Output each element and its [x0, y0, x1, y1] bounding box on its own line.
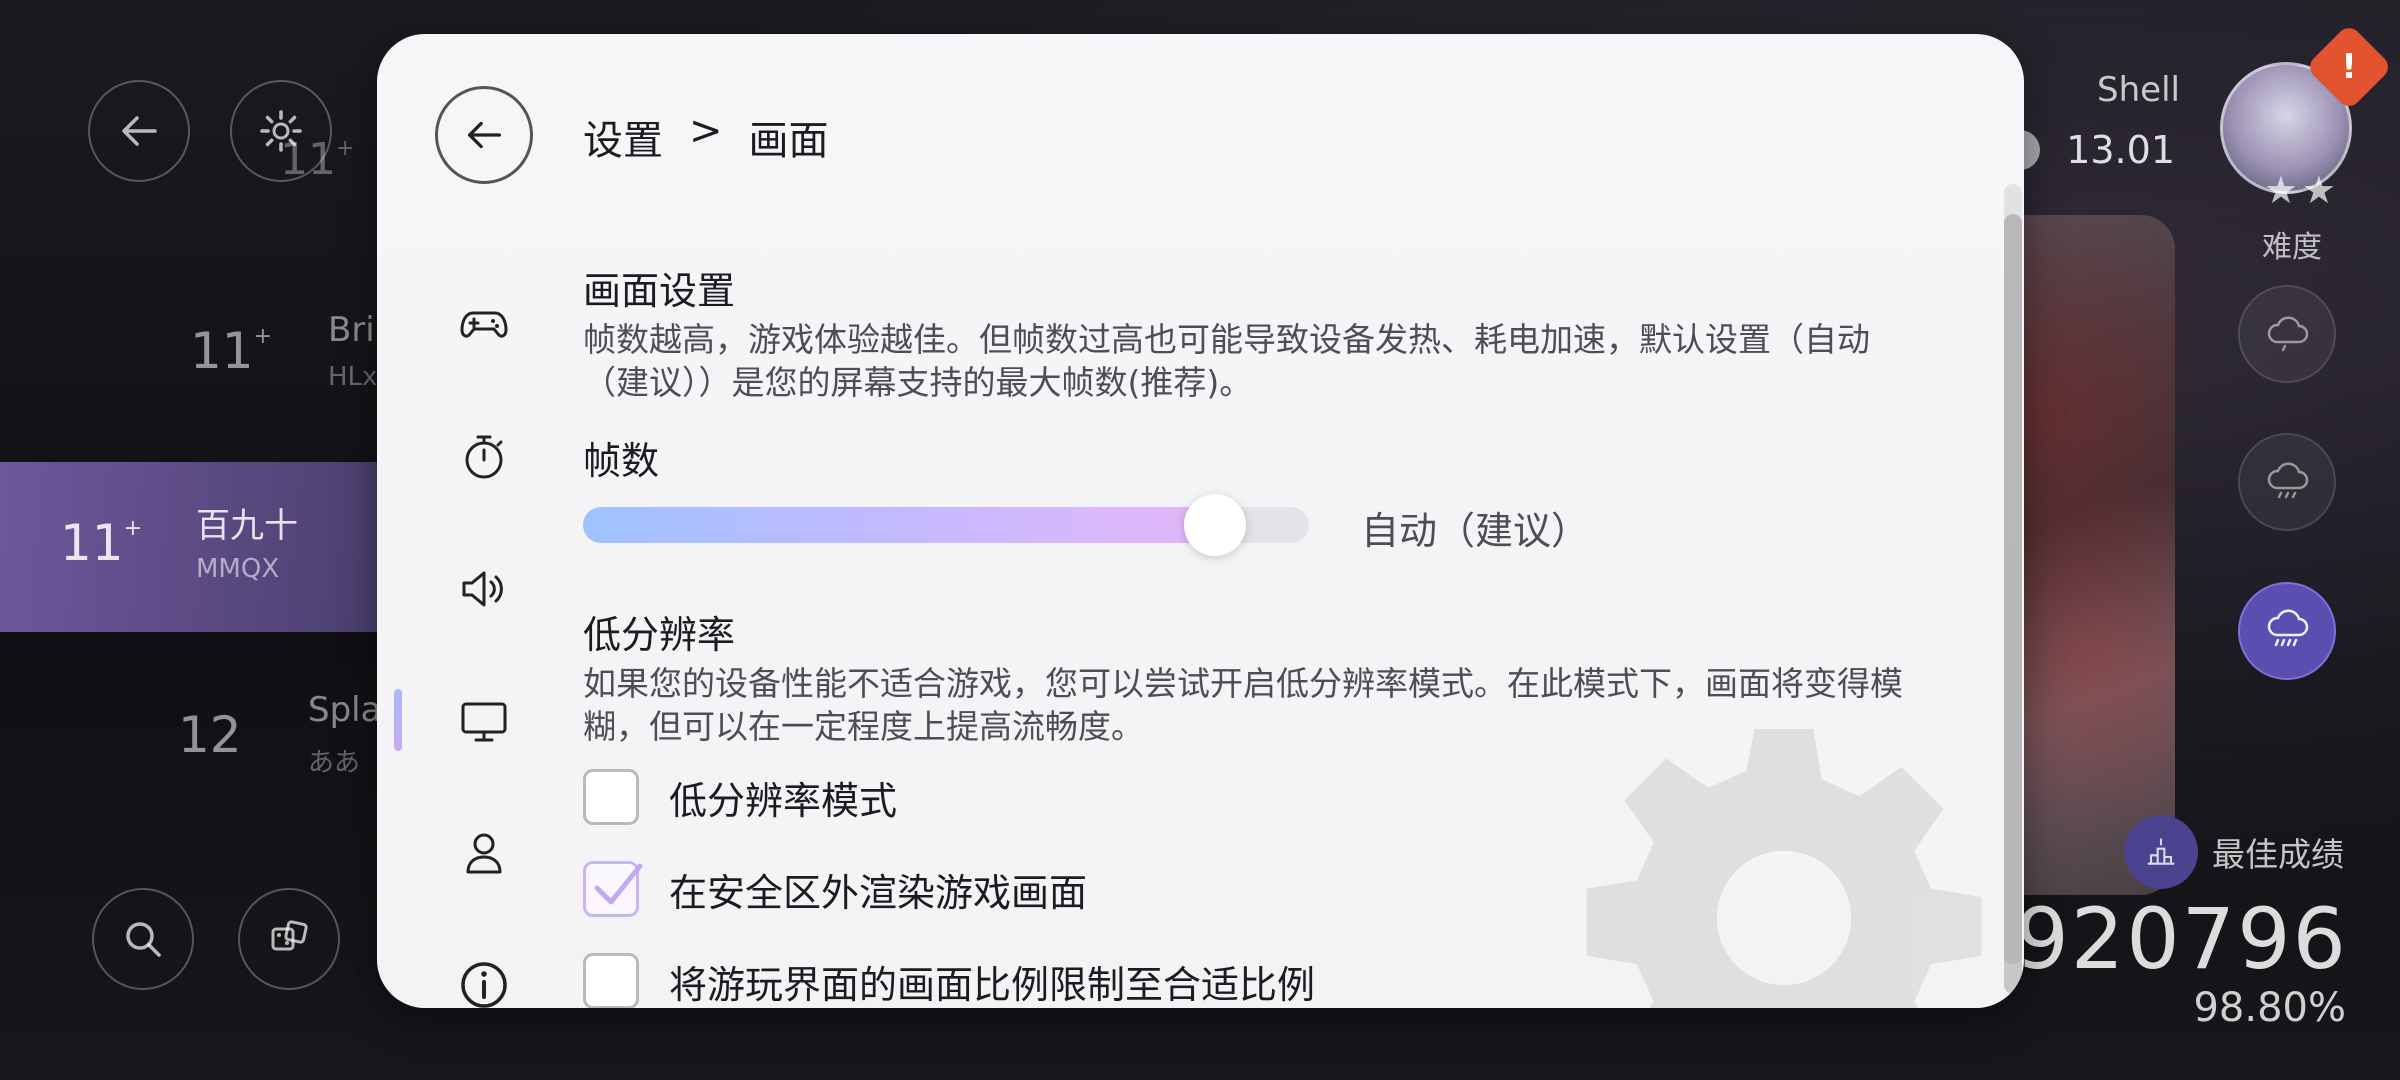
search-icon [126, 922, 161, 957]
random-button[interactable] [238, 888, 340, 990]
cloud-icon [2267, 316, 2309, 352]
timer-icon [465, 435, 503, 479]
low-res-title: 低分辨率 [583, 613, 736, 657]
low-res-mode-option[interactable]: 低分辨率模式 [583, 769, 897, 825]
nav-item-display[interactable] [439, 676, 529, 766]
difficulty-option-easy[interactable] [2238, 285, 2336, 383]
nav-item-about[interactable] [439, 940, 529, 1008]
song-list-item[interactable]: 12 Spla ああ [0, 670, 400, 800]
difficulty-stars: ★★ [2263, 168, 2340, 212]
breadcrumb-separator: > [689, 108, 723, 154]
player-panel: Shell Y 13.01 ! ★★ 难度 最佳成绩 0920796 98.80… [1960, 0, 2400, 1080]
speaker-icon [462, 571, 503, 607]
render-outside-safe-area-option[interactable]: 在安全区外渲染游戏画面 [583, 861, 1087, 917]
alert-badge[interactable]: ! [2305, 23, 2393, 111]
display-settings-title: 画面设置 [583, 269, 736, 313]
info-icon [461, 962, 507, 1008]
player-name: Shell [2097, 70, 2180, 110]
cloud-heavy-rain-icon [2267, 609, 2309, 647]
scrollbar[interactable] [2004, 184, 2022, 994]
fps-slider-thumb[interactable] [1183, 494, 1246, 556]
settings-dialog: 设置 > 画面 画面设置 帧数越高，游戏体验越佳。但帧数过高也可能导致设备发热、… [377, 34, 2024, 1008]
user-icon [466, 833, 502, 874]
song-name: 百九十 [196, 506, 298, 546]
nav-item-account[interactable] [439, 808, 529, 898]
nav-item-gameplay[interactable] [439, 280, 529, 370]
display-settings-description: 帧数越高，游戏体验越佳。但帧数过高也可能导致设备发热、耗电加速，默认设置（自动（… [583, 320, 1870, 402]
song-level: 11+ [60, 514, 143, 572]
song-list-item-selected[interactable]: 11+ 百九十 MMQX [0, 462, 400, 632]
fps-title: 帧数 [583, 439, 660, 483]
song-list-item[interactable]: 11+ [0, 110, 400, 230]
breadcrumb-current: 画面 [748, 118, 829, 164]
scrollbar-thumb[interactable] [2004, 214, 2022, 994]
gamepad-icon [460, 311, 508, 338]
song-artist: MMQX [196, 554, 280, 584]
limit-aspect-ratio-label: 将游玩界面的画面比例限制至合适比例 [669, 962, 1316, 1007]
limit-aspect-ratio-option[interactable]: 将游玩界面的画面比例限制至合适比例 [583, 953, 1315, 1008]
search-button[interactable] [92, 888, 194, 990]
podium-icon [2147, 838, 2175, 865]
render-outside-safe-area-label: 在安全区外渲染游戏画面 [669, 870, 1088, 915]
leaderboard-button[interactable] [2124, 815, 2198, 889]
monitor-icon [461, 702, 507, 742]
song-level: 11+ [190, 322, 273, 380]
best-accuracy: 98.80% [2193, 985, 2346, 1031]
song-artist: HLx [328, 362, 378, 392]
render-outside-safe-area-checkbox[interactable] [583, 861, 643, 917]
difficulty-option-hard[interactable] [2238, 433, 2336, 531]
song-level: 12 [178, 706, 242, 764]
nav-item-audio[interactable] [439, 544, 529, 634]
checkmark-icon [594, 863, 643, 905]
nav-selected-indicator [394, 689, 402, 751]
song-name: Spla [308, 690, 382, 730]
song-level: 11+ [280, 134, 355, 185]
dice-icon [271, 920, 308, 951]
breadcrumb-parent[interactable]: 设置 [583, 108, 663, 166]
low-res-description: 如果您的设备性能不适合游戏，您可以尝试开启低分辨率模式。在此模式下，画面将变得模… [583, 664, 1903, 746]
rks-value: 13.01 [2066, 128, 2175, 172]
fps-slider-fill [583, 507, 1225, 543]
low-res-mode-label: 低分辨率模式 [669, 778, 898, 823]
alert-badge-text: ! [2341, 47, 2357, 87]
gear-watermark-icon [1586, 729, 1982, 1008]
cloud-rain-icon [2267, 462, 2309, 499]
nav-item-timing[interactable] [439, 412, 529, 502]
breadcrumb: 设置 > 画面 [583, 108, 829, 166]
arrow-left-icon [467, 121, 502, 149]
difficulty-option-selected[interactable] [2238, 582, 2336, 680]
song-list-item[interactable]: 11+ Bri HLx [0, 290, 400, 420]
best-score-label: 最佳成绩 [2212, 835, 2344, 874]
low-res-mode-checkbox[interactable] [583, 769, 639, 825]
song-name: Bri [328, 310, 375, 350]
dialog-back-button[interactable] [435, 86, 533, 184]
song-artist: ああ [308, 748, 361, 778]
difficulty-label: 难度 [2262, 230, 2322, 265]
limit-aspect-ratio-checkbox[interactable] [583, 953, 639, 1008]
fps-value: 自动（建议） [1361, 509, 1590, 553]
